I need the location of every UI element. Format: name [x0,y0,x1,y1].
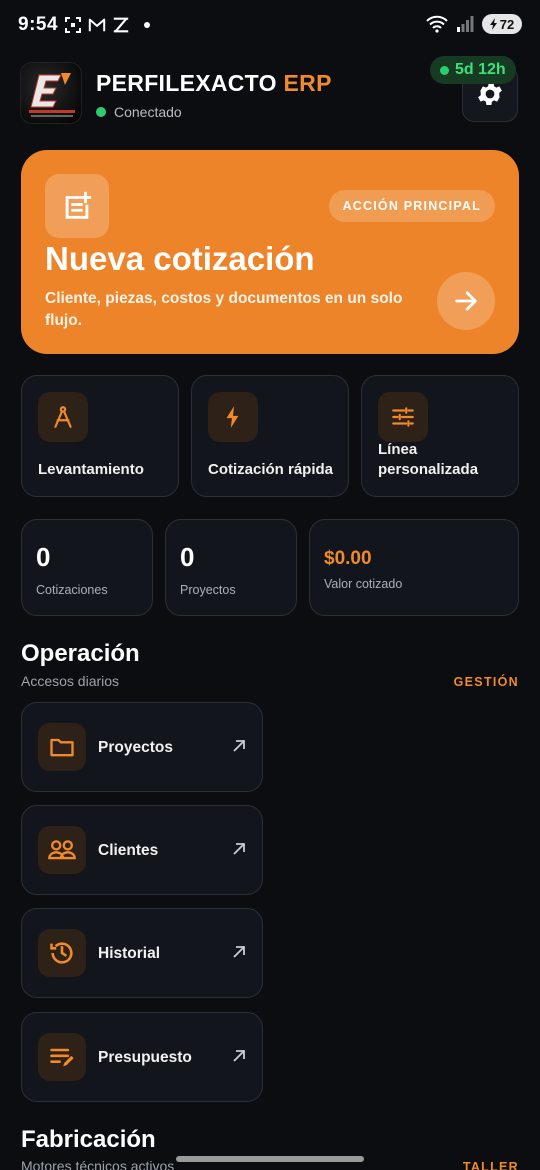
stat-value: 0 [180,542,195,572]
nav-item-historial[interactable]: Historial [21,908,263,998]
nav-item-label: Proyectos [98,739,173,756]
quick-action-linea-personalizada[interactable]: Línea personalizada [361,375,519,497]
arrow-up-right-icon [233,1050,245,1062]
hero-subtitle: Cliente, piezas, costos y documentos en … [45,290,403,329]
connection-status: Conectado [96,104,182,120]
hero-title: Nueva cotización [45,240,315,277]
status-icons-left [64,16,150,34]
brand-suffix: ERP [283,70,332,96]
status-bar: 9:54 72 [0,0,540,50]
brand-title: PERFILEXACTO ERP [96,70,332,97]
nav-item-proyectos[interactable]: Proyectos [21,702,263,792]
gestion-link[interactable]: GESTIÓN [454,675,519,689]
history-icon [38,929,86,977]
users-icon [38,826,86,874]
arrow-up-right-icon [233,843,245,855]
battery-icon: 72 [482,14,522,34]
section-subtitle-fabricacion: Motores técnicos activos [21,1158,175,1170]
nav-item-clientes[interactable]: Clientes [21,805,263,895]
status-time: 9:54 [18,14,59,35]
arrow-up-right-icon [233,946,245,958]
uptime-label: 5d 12h [455,61,506,78]
stat-label: Valor cotizado [324,577,403,591]
stat-value: 0 [36,542,51,572]
uptime-dot-icon [440,65,449,75]
nav-item-presupuesto[interactable]: Presupuesto [21,1012,263,1102]
quick-action-levantamiento[interactable]: Levantamiento [21,375,179,497]
stat-valor-cotizado: $0.00 Valor cotizado [309,519,519,616]
new-document-icon [45,174,109,238]
hero-arrow-button[interactable] [437,272,495,330]
scan-icon [65,17,81,33]
bolt-app-icon [113,17,129,33]
uptime-badge: 5d 12h [430,56,516,84]
notification-dot [144,22,150,28]
section-title-fabricacion: Fabricación [21,1126,156,1153]
primary-action-badge: ACCIÓN PRINCIPAL [328,190,495,222]
stat-proyectos: 0 Proyectos [165,519,297,616]
nav-item-label: Historial [98,945,161,962]
quick-action-label: Levantamiento [38,461,144,478]
quick-action-label: Línea personalizada [378,441,479,478]
gmail-icon [88,18,106,32]
section-title-operacion: Operación [21,640,140,667]
stat-label: Cotizaciones [36,583,108,597]
new-quote-card[interactable]: ACCIÓN PRINCIPAL Nueva cotización Client… [21,150,519,354]
sliders-icon [378,392,428,442]
nav-item-label: Presupuesto [98,1049,192,1066]
home-indicator[interactable] [176,1156,364,1162]
signal-icon [457,16,474,32]
brand-name: PERFILEXACTO [96,70,277,96]
status-dot-icon [96,107,106,117]
arrow-up-right-icon [233,740,245,752]
section-subtitle-operacion: Accesos diarios [21,673,120,689]
status-icons-right: 72 [426,14,522,34]
compass-icon [38,392,88,442]
quick-action-label: Cotización rápida [208,461,334,478]
arrow-right-icon [455,291,477,311]
stat-value: $0.00 [324,548,372,569]
stat-label: Proyectos [180,583,236,597]
nav-item-label: Clientes [98,842,159,859]
taller-link[interactable]: TALLER [463,1160,519,1170]
battery-level: 72 [499,16,515,32]
wifi-icon [426,15,448,33]
company-logo [20,62,82,124]
folder-icon [38,723,86,771]
bolt-icon [208,392,258,442]
quick-action-cotizacion-rapida[interactable]: Cotización rápida [191,375,349,497]
stat-cotizaciones: 0 Cotizaciones [21,519,153,616]
connection-label: Conectado [114,104,182,120]
edit-list-icon [38,1033,86,1081]
